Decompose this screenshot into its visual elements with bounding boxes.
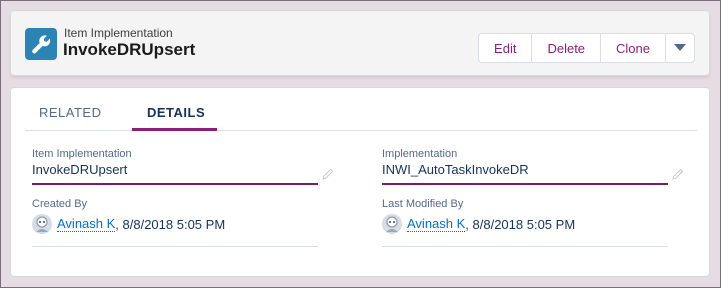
field-value: InvokeDRUpsert bbox=[32, 162, 128, 177]
field-item-implementation: Item Implementation InvokeDRUpsert bbox=[32, 148, 334, 185]
modified-date: , 8/8/2018 5:05 PM bbox=[465, 216, 576, 232]
page-title: InvokeDRUpsert bbox=[63, 40, 196, 59]
field-last-modified-by: Last Modified By Avinash K , 8/8/2018 5:… bbox=[382, 198, 668, 247]
field-implementation: Implementation INWI_AutoTaskInvokeDR bbox=[382, 148, 684, 185]
field-underline bbox=[382, 183, 668, 185]
field-created-by: Created By Avinash K , 8/8/2018 5:05 PM bbox=[32, 198, 318, 247]
pencil-icon[interactable] bbox=[672, 168, 684, 180]
action-button-group: Edit Delete Clone bbox=[478, 33, 695, 63]
tab-details[interactable]: DETAILS bbox=[147, 105, 205, 120]
field-value: INWI_AutoTaskInvokeDR bbox=[382, 162, 529, 177]
user-link[interactable]: Avinash K bbox=[407, 216, 466, 232]
tab-bar: RELATED DETAILS bbox=[25, 88, 697, 131]
wrench-icon bbox=[25, 28, 57, 60]
field-label: Last Modified By bbox=[382, 198, 464, 210]
more-actions-button[interactable] bbox=[666, 34, 694, 62]
field-underline bbox=[32, 183, 318, 185]
created-date: , 8/8/2018 5:05 PM bbox=[115, 216, 226, 232]
object-type-label: Item Implementation bbox=[64, 26, 173, 40]
chevron-down-icon bbox=[674, 44, 686, 51]
avatar bbox=[32, 214, 52, 234]
field-label: Created By bbox=[32, 198, 88, 210]
field-label: Item Implementation bbox=[32, 148, 132, 160]
avatar bbox=[382, 214, 402, 234]
user-row: Avinash K , 8/8/2018 5:05 PM bbox=[32, 214, 318, 234]
clone-button[interactable]: Clone bbox=[601, 34, 666, 62]
edit-button[interactable]: Edit bbox=[479, 34, 533, 62]
user-row: Avinash K , 8/8/2018 5:05 PM bbox=[382, 214, 668, 234]
record-header: Item Implementation InvokeDRUpsert Edit … bbox=[10, 10, 710, 76]
active-tab-indicator bbox=[132, 128, 217, 131]
user-link[interactable]: Avinash K bbox=[57, 216, 116, 232]
field-divider bbox=[32, 246, 318, 247]
record-detail-card: RELATED DETAILS Item Implementation Invo… bbox=[10, 87, 710, 277]
pencil-icon[interactable] bbox=[322, 168, 334, 180]
delete-button[interactable]: Delete bbox=[532, 34, 602, 62]
field-label: Implementation bbox=[382, 148, 458, 160]
field-divider bbox=[382, 246, 668, 247]
tab-related[interactable]: RELATED bbox=[39, 105, 102, 120]
